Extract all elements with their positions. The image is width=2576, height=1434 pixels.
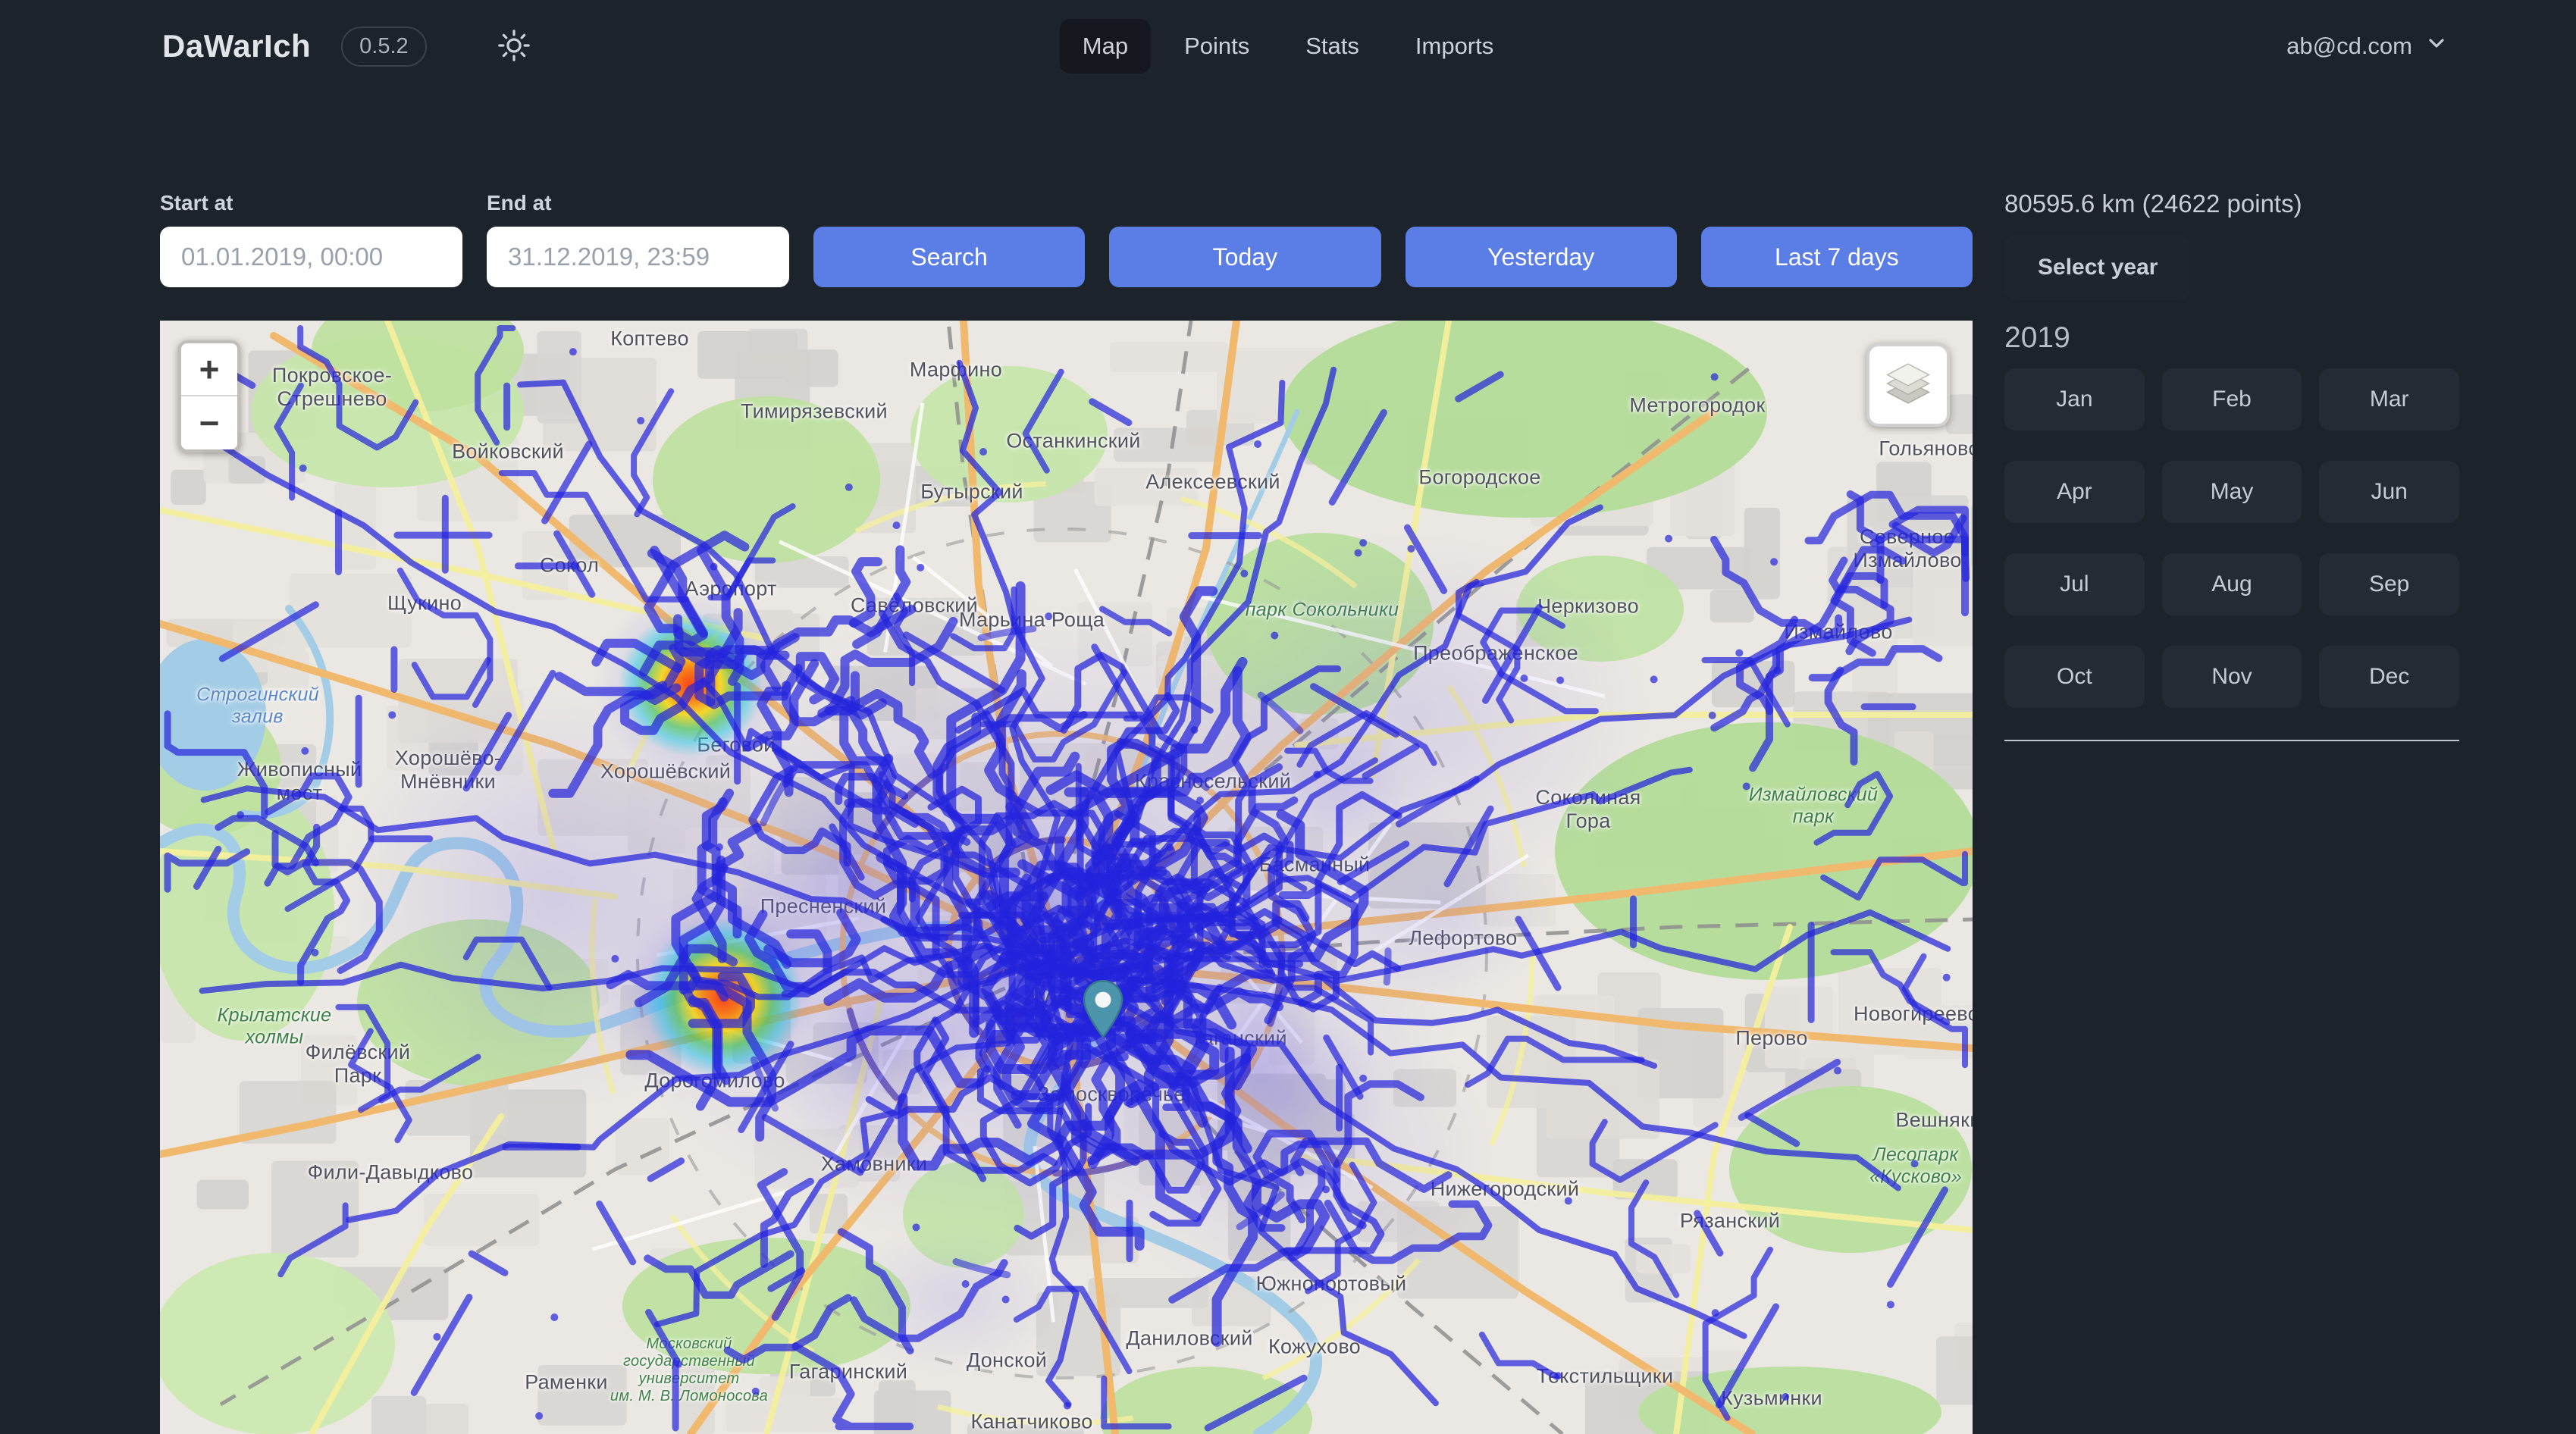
month-button-sep[interactable]: Sep [2319, 553, 2459, 615]
month-grid: Jan Feb Mar Apr May Jun Jul Aug Sep Oct … [2004, 368, 2459, 708]
layers-icon [1881, 356, 1935, 415]
month-button-jul[interactable]: Jul [2004, 553, 2145, 615]
last-7-days-button[interactable]: Last 7 days [1701, 227, 1973, 287]
main-nav-tabs: Map Points Stats Imports [1060, 19, 1517, 74]
start-at-field: Start at [160, 191, 462, 287]
end-at-field: End at [487, 191, 789, 287]
search-button[interactable]: Search [813, 227, 1085, 287]
yesterday-button[interactable]: Yesterday [1406, 227, 1677, 287]
start-at-label: Start at [160, 191, 462, 215]
year-heading: 2019 [2004, 321, 2459, 355]
month-button-oct[interactable]: Oct [2004, 646, 2145, 708]
sidebar-divider [2004, 740, 2459, 741]
month-button-may[interactable]: May [2162, 461, 2302, 523]
tab-map[interactable]: Map [1060, 19, 1151, 74]
select-year-button[interactable]: Select year [2004, 235, 2191, 300]
theme-toggle-button[interactable] [492, 27, 536, 66]
chevron-down-icon [2424, 31, 2449, 61]
map-layers-control[interactable] [1866, 343, 1950, 427]
month-button-aug[interactable]: Aug [2162, 553, 2302, 615]
leaflet-map[interactable]: КоптевоПокровское- СтрешневоМарфиноТимир… [160, 321, 1973, 1434]
zoom-in-button[interactable]: + [181, 343, 237, 396]
month-button-dec[interactable]: Dec [2319, 646, 2459, 708]
month-button-apr[interactable]: Apr [2004, 461, 2145, 523]
map-zoom-control: + − [178, 340, 240, 452]
today-button[interactable]: Today [1109, 227, 1380, 287]
right-sidebar: 80595.6 km (24622 points) Select year 20… [2004, 189, 2459, 747]
month-button-mar[interactable]: Mar [2319, 368, 2459, 431]
end-at-input[interactable] [487, 227, 789, 287]
date-filter-bar: Start at End at Search Today Yesterday L… [160, 191, 1973, 287]
month-button-jan[interactable]: Jan [2004, 368, 2145, 431]
distance-points-stats: 80595.6 km (24622 points) [2004, 189, 2459, 218]
navbar: DaWarIch 0.5.2 Map Points Stats Imports [0, 0, 2576, 92]
brand: DaWarIch 0.5.2 [162, 27, 536, 67]
month-button-nov[interactable]: Nov [2162, 646, 2302, 708]
end-at-label: End at [487, 191, 789, 215]
zoom-out-button[interactable]: − [181, 396, 237, 449]
app-logo[interactable]: DaWarIch [162, 28, 311, 64]
month-button-feb[interactable]: Feb [2162, 368, 2302, 431]
user-email: ab@cd.com [2286, 33, 2412, 60]
start-at-input[interactable] [160, 227, 462, 287]
tab-imports[interactable]: Imports [1393, 19, 1516, 74]
user-menu[interactable]: ab@cd.com [2286, 31, 2449, 61]
tab-points[interactable]: Points [1161, 19, 1272, 74]
dawarich-app: DaWarIch 0.5.2 Map Points Stats Imports [0, 0, 2576, 1434]
sun-icon [497, 28, 531, 65]
version-badge: 0.5.2 [341, 27, 427, 67]
tab-stats[interactable]: Stats [1283, 19, 1382, 74]
gps-tracks-overlay [160, 321, 1973, 1434]
month-button-jun[interactable]: Jun [2319, 461, 2459, 523]
